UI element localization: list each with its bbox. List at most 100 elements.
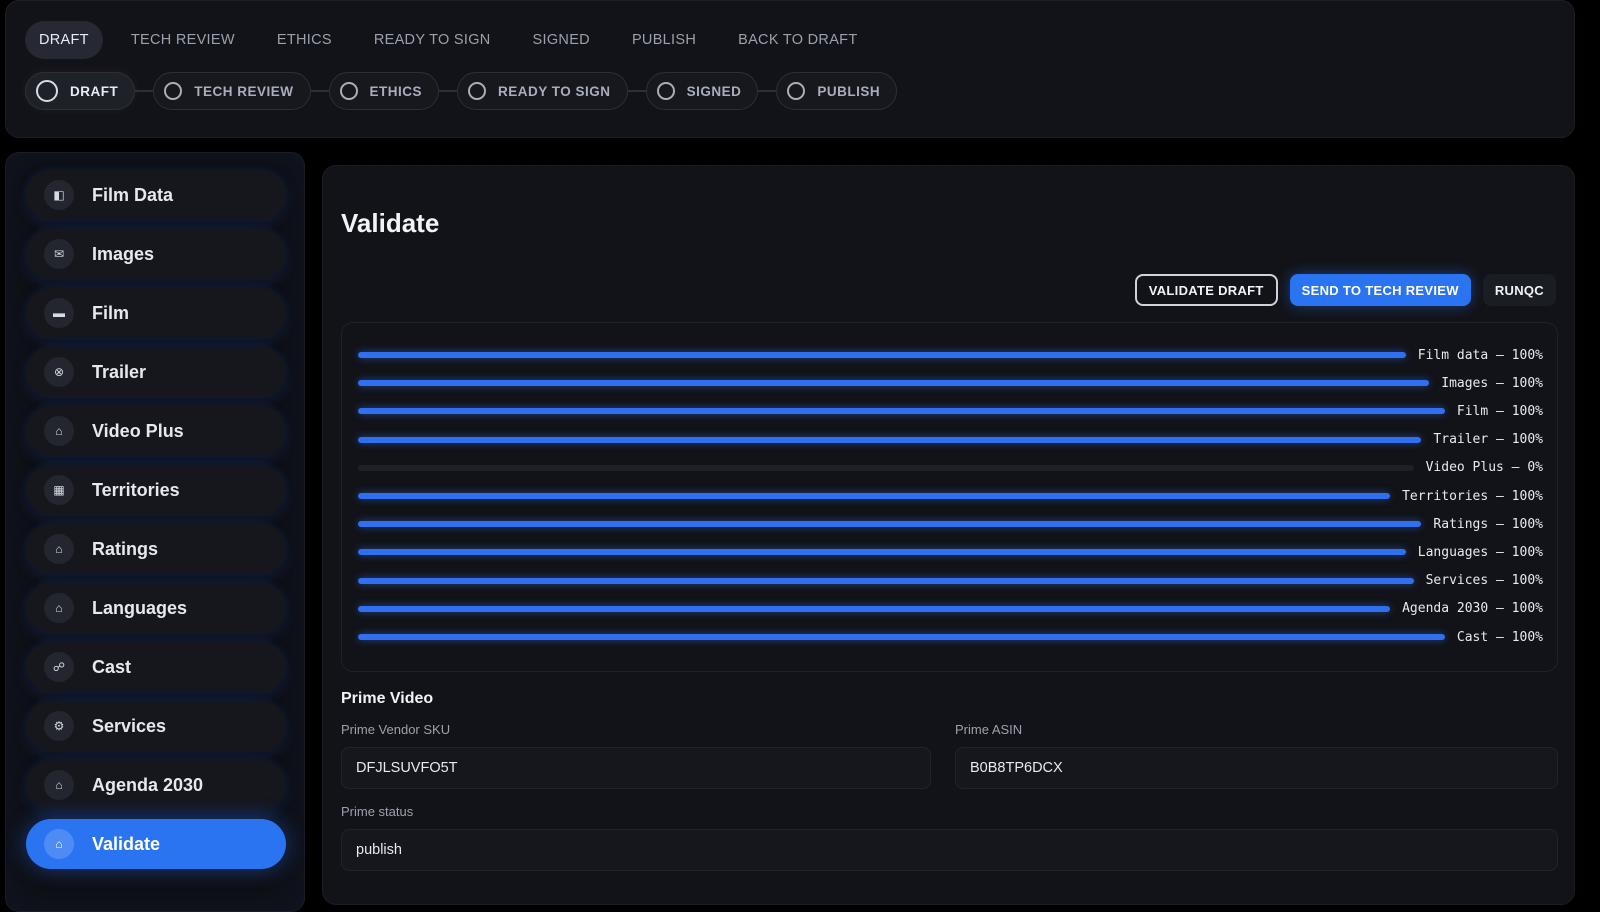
sidebar-item-images[interactable]: ✉ Images [26, 229, 286, 279]
validate-draft-button[interactable]: VALIDATE DRAFT [1134, 274, 1278, 306]
step-connector [310, 90, 329, 92]
prime-vendor-sku-input[interactable] [341, 747, 931, 789]
progress-label: Cast — 100% [1456, 629, 1543, 645]
tab-signed[interactable]: SIGNED [519, 21, 604, 59]
prime-vendor-sku-label: Prime Vendor SKU [341, 722, 451, 737]
calendar-icon: ▦ [44, 475, 74, 505]
film-data-icon: ◧ [44, 180, 74, 210]
tab-ready-to-sign[interactable]: READY TO SIGN [360, 21, 505, 59]
sidebar-item-agenda-2030[interactable]: ⌂ Agenda 2030 [26, 760, 286, 810]
progress-row: Images — 100% [358, 373, 1543, 393]
progress-row: Cast — 100% [358, 627, 1543, 647]
progress-track [358, 577, 1414, 584]
step-label: DRAFT [70, 83, 119, 99]
tab-draft[interactable]: DRAFT [25, 21, 103, 59]
sidebar-item-label: Trailer [92, 361, 147, 382]
sidebar-item-label: Film Data [92, 184, 174, 205]
step-label: SIGNED [686, 83, 742, 99]
progress-label: Film — 100% [1456, 403, 1543, 419]
step-publish[interactable]: PUBLISH [776, 72, 898, 110]
step-ready-to-sign[interactable]: READY TO SIGN [457, 72, 628, 110]
home-icon: ⌂ [44, 593, 74, 623]
sidebar-item-label: Languages [92, 597, 188, 618]
workflow-tabs: DRAFT TECH REVIEW ETHICS READY TO SIGN SIGNE… [25, 21, 886, 59]
sidebar: ◧ Film Data ✉ Images ▬ Film ⊗ Trailer ⌂ Video Plu… [5, 152, 305, 912]
tab-tech-review[interactable]: TECH REVIEW [117, 21, 249, 59]
home-icon: ⌂ [44, 534, 74, 564]
step-label: PUBLISH [817, 83, 881, 99]
sidebar-item-label: Services [92, 715, 167, 736]
progress-track [358, 521, 1422, 528]
progress-row: Territories — 100% [358, 486, 1543, 506]
progress-label: Video Plus — 0% [1425, 460, 1543, 476]
trailer-icon: ⊗ [44, 357, 74, 387]
progress-label: Services — 100% [1425, 573, 1543, 589]
progress-label: Trailer — 100% [1433, 432, 1543, 448]
sidebar-item-ratings[interactable]: ⌂ Ratings [26, 524, 286, 574]
progress-row: Trailer — 100% [358, 430, 1543, 450]
images-icon: ✉ [44, 239, 74, 269]
sidebar-item-languages[interactable]: ⌂ Languages [26, 583, 286, 633]
step-connector [135, 90, 154, 92]
progress-fill [358, 352, 1406, 358]
step-signed[interactable]: SIGNED [645, 72, 759, 110]
progress-track [358, 549, 1406, 556]
step-connector [627, 90, 646, 92]
circle-icon [656, 82, 675, 100]
progress-label: Territories — 100% [1402, 488, 1543, 504]
home-icon: ⌂ [44, 416, 74, 446]
circle-icon [164, 82, 183, 100]
progress-track [358, 352, 1406, 358]
send-to-tech-review-button[interactable]: SEND TO TECH REVIEW [1289, 274, 1471, 306]
runqc-button[interactable]: RUNQC [1482, 274, 1556, 306]
sidebar-item-film-data[interactable]: ◧ Film Data [26, 170, 286, 220]
sidebar-item-cast[interactable]: ☍ Cast [26, 642, 286, 692]
sidebar-item-validate[interactable]: ⌂ Validate [26, 819, 286, 869]
sidebar-item-trailer[interactable]: ⊗ Trailer [26, 347, 286, 397]
main-panel: Validate VALIDATE DRAFT SEND TO TECH REV… [322, 165, 1575, 905]
action-bar: VALIDATE DRAFT SEND TO TECH REVIEW RUNQC [1123, 274, 1556, 306]
progress-fill [358, 436, 1422, 443]
circle-icon [468, 82, 487, 100]
prime-status-input[interactable] [341, 829, 1558, 871]
tab-back-to-draft[interactable]: BACK TO DRAFT [724, 21, 871, 59]
progress-fill [358, 634, 1445, 640]
sidebar-item-label: Ratings [92, 538, 159, 559]
circle-icon [339, 82, 358, 100]
progress-fill [358, 493, 1391, 499]
tab-ethics[interactable]: ETHICS [263, 21, 346, 59]
sidebar-nav: ◧ Film Data ✉ Images ▬ Film ⊗ Trailer ⌂ Video Plu… [26, 170, 286, 878]
progress-fill [358, 408, 1445, 415]
progress-label: Languages — 100% [1417, 544, 1543, 560]
sidebar-item-video-plus[interactable]: ⌂ Video Plus [26, 406, 286, 456]
step-label: ETHICS [369, 83, 423, 99]
page-title: Validate [341, 208, 440, 238]
sidebar-item-label: Validate [92, 833, 161, 854]
sidebar-item-services[interactable]: ⚙ Services [26, 701, 286, 751]
step-ethics[interactable]: ETHICS [328, 72, 440, 110]
progress-fill [358, 521, 1422, 528]
sidebar-item-label: Video Plus [92, 420, 184, 441]
progress-label: Agenda 2030 — 100% [1402, 601, 1543, 617]
progress-label: Film data — 100% [1417, 347, 1543, 363]
home-icon: ⌂ [44, 770, 74, 800]
circle-icon [36, 80, 58, 102]
workflow-stepper: DRAFT TECH REVIEW ETHICS READY TO SIGN SIGNE… [25, 72, 898, 110]
progress-row: Languages — 100% [358, 542, 1543, 562]
sidebar-item-label: Agenda 2030 [92, 774, 204, 795]
sidebar-item-territories[interactable]: ▦ Territories [26, 465, 286, 515]
step-draft[interactable]: DRAFT [25, 72, 136, 110]
prime-status-label: Prime status [341, 804, 414, 819]
step-connector [758, 90, 777, 92]
step-tech-review[interactable]: TECH REVIEW [153, 72, 311, 110]
progress-fill [358, 380, 1430, 387]
progress-label: Images — 100% [1441, 375, 1543, 391]
tab-publish[interactable]: PUBLISH [618, 21, 710, 59]
sidebar-item-film[interactable]: ▬ Film [26, 288, 286, 338]
gear-icon: ⚙ [44, 711, 74, 741]
progress-track [358, 380, 1430, 387]
prime-asin-input[interactable] [955, 747, 1558, 789]
film-icon: ▬ [44, 298, 74, 328]
circle-icon [787, 82, 806, 100]
workflow-header: DRAFT TECH REVIEW ETHICS READY TO SIGN SIGNE… [5, 0, 1575, 138]
